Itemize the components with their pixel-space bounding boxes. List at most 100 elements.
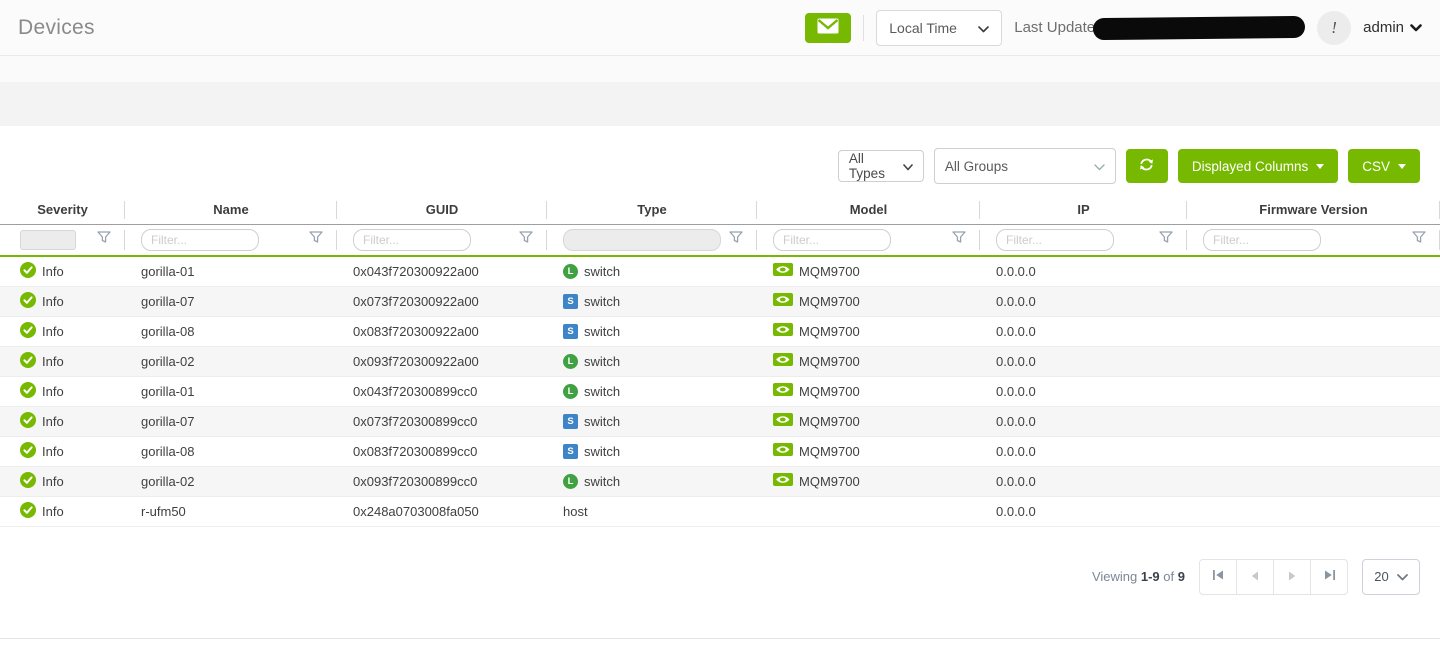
device-firmware bbox=[1187, 436, 1440, 466]
table-row[interactable]: Info gorilla-08 0x083f720300922a00 S swi… bbox=[0, 316, 1440, 346]
funnel-icon[interactable] bbox=[1412, 231, 1426, 249]
table-row[interactable]: Info gorilla-01 0x043f720300922a00 L swi… bbox=[0, 256, 1440, 286]
firmware-filter-input[interactable] bbox=[1203, 229, 1321, 251]
funnel-icon[interactable] bbox=[729, 231, 743, 249]
user-menu[interactable]: admin bbox=[1363, 19, 1422, 36]
device-name: gorilla-08 bbox=[125, 436, 337, 466]
ip-filter-input[interactable] bbox=[996, 229, 1114, 251]
severity-label: Info bbox=[42, 474, 64, 489]
column-header-firmware[interactable]: Firmware Version bbox=[1187, 196, 1440, 224]
chevron-down-icon bbox=[978, 20, 989, 36]
device-type: switch bbox=[584, 414, 620, 429]
last-update: Last Update bbox=[1014, 17, 1305, 39]
severity-ok-icon bbox=[20, 262, 36, 281]
type-filter-disabled bbox=[563, 229, 721, 251]
device-name: gorilla-08 bbox=[125, 316, 337, 346]
column-header-ip[interactable]: IP bbox=[980, 196, 1187, 224]
type-badge-icon: S bbox=[563, 294, 578, 309]
severity-label: Info bbox=[42, 384, 64, 399]
severity-label: Info bbox=[42, 324, 64, 339]
column-header-model[interactable]: Model bbox=[757, 196, 980, 224]
last-page-button[interactable] bbox=[1310, 559, 1348, 595]
table-row[interactable]: Info gorilla-07 0x073f720300922a00 S swi… bbox=[0, 286, 1440, 316]
device-ip: 0.0.0.0 bbox=[980, 466, 1187, 496]
table-row[interactable]: Info gorilla-01 0x043f720300899cc0 L swi… bbox=[0, 376, 1440, 406]
device-name: gorilla-07 bbox=[125, 406, 337, 436]
name-filter-input[interactable] bbox=[141, 229, 259, 251]
funnel-icon[interactable] bbox=[519, 231, 533, 249]
funnel-icon[interactable] bbox=[309, 231, 323, 249]
device-firmware bbox=[1187, 466, 1440, 496]
severity-ok-icon bbox=[20, 292, 36, 311]
page-size-select[interactable]: 20 bbox=[1362, 559, 1420, 595]
device-ip: 0.0.0.0 bbox=[980, 256, 1187, 286]
chevron-down-icon bbox=[903, 159, 913, 174]
chevron-down-icon bbox=[1410, 19, 1422, 36]
severity-label: Info bbox=[42, 504, 64, 519]
table-row[interactable]: Info gorilla-07 0x073f720300899cc0 S swi… bbox=[0, 406, 1440, 436]
device-guid: 0x083f720300922a00 bbox=[337, 316, 547, 346]
model-filter-input[interactable] bbox=[773, 229, 891, 251]
device-firmware bbox=[1187, 346, 1440, 376]
device-type: host bbox=[563, 504, 588, 519]
first-page-button[interactable] bbox=[1199, 559, 1237, 595]
funnel-icon[interactable] bbox=[1159, 231, 1173, 249]
severity-ok-icon bbox=[20, 442, 36, 461]
device-guid: 0x093f720300922a00 bbox=[337, 346, 547, 376]
last-update-label: Last Update bbox=[1014, 19, 1095, 36]
severity-ok-icon bbox=[20, 352, 36, 371]
column-header-guid[interactable]: GUID bbox=[337, 196, 547, 224]
mail-button[interactable] bbox=[805, 13, 851, 43]
type-filter-select[interactable]: All Types bbox=[838, 150, 924, 182]
page-title: Devices bbox=[18, 16, 95, 40]
device-type: switch bbox=[584, 264, 620, 279]
device-ip: 0.0.0.0 bbox=[980, 376, 1187, 406]
table-row[interactable]: Info gorilla-08 0x083f720300899cc0 S swi… bbox=[0, 436, 1440, 466]
caret-down-icon bbox=[1316, 164, 1324, 169]
group-filter-select[interactable]: All Groups bbox=[934, 148, 1116, 184]
device-name: gorilla-01 bbox=[125, 376, 337, 406]
device-type: switch bbox=[584, 384, 620, 399]
header-right: Local Time Last Update ! admin bbox=[805, 10, 1422, 46]
devices-table: Severity Name GUID Type Model IP Firmwar… bbox=[0, 196, 1440, 527]
severity-ok-icon bbox=[20, 472, 36, 491]
mail-icon bbox=[816, 17, 840, 38]
device-guid: 0x083f720300899cc0 bbox=[337, 436, 547, 466]
table-row[interactable]: Info gorilla-02 0x093f720300922a00 L swi… bbox=[0, 346, 1440, 376]
prev-page-button[interactable] bbox=[1236, 559, 1274, 595]
next-page-button[interactable] bbox=[1273, 559, 1311, 595]
caret-down-icon bbox=[1398, 164, 1406, 169]
device-model: MQM9700 bbox=[799, 444, 860, 459]
guid-filter-input[interactable] bbox=[353, 229, 471, 251]
last-page-icon bbox=[1323, 568, 1336, 586]
device-firmware bbox=[1187, 256, 1440, 286]
device-guid: 0x248a0703008fa050 bbox=[337, 496, 547, 526]
device-guid: 0x043f720300922a00 bbox=[337, 256, 547, 286]
column-header-type[interactable]: Type bbox=[547, 196, 757, 224]
severity-ok-icon bbox=[20, 502, 36, 521]
funnel-icon[interactable] bbox=[952, 231, 966, 249]
help-icon[interactable]: ! bbox=[1317, 11, 1351, 45]
device-model: MQM9700 bbox=[799, 414, 860, 429]
device-model: MQM9700 bbox=[799, 324, 860, 339]
nvidia-logo-icon bbox=[773, 353, 793, 369]
table-row[interactable]: Info r-ufm50 0x248a0703008fa050 host 0.0… bbox=[0, 496, 1440, 526]
nvidia-logo-icon bbox=[773, 293, 793, 309]
device-ip: 0.0.0.0 bbox=[980, 406, 1187, 436]
nvidia-logo-icon bbox=[773, 473, 793, 489]
table-header-row: Severity Name GUID Type Model IP Firmwar… bbox=[0, 196, 1440, 224]
funnel-icon[interactable] bbox=[97, 231, 111, 249]
table-row[interactable]: Info gorilla-02 0x093f720300899cc0 L swi… bbox=[0, 466, 1440, 496]
device-model: MQM9700 bbox=[799, 354, 860, 369]
refresh-button[interactable] bbox=[1126, 149, 1168, 183]
severity-ok-icon bbox=[20, 382, 36, 401]
type-badge-icon: L bbox=[563, 384, 578, 399]
bottom-divider bbox=[0, 638, 1440, 639]
displayed-columns-button[interactable]: Displayed Columns bbox=[1178, 149, 1338, 183]
column-header-name[interactable]: Name bbox=[125, 196, 337, 224]
csv-export-button[interactable]: CSV bbox=[1348, 149, 1420, 183]
timezone-select[interactable]: Local Time bbox=[876, 10, 1002, 46]
column-header-severity[interactable]: Severity bbox=[0, 196, 125, 224]
device-firmware bbox=[1187, 286, 1440, 316]
type-badge-icon: S bbox=[563, 324, 578, 339]
